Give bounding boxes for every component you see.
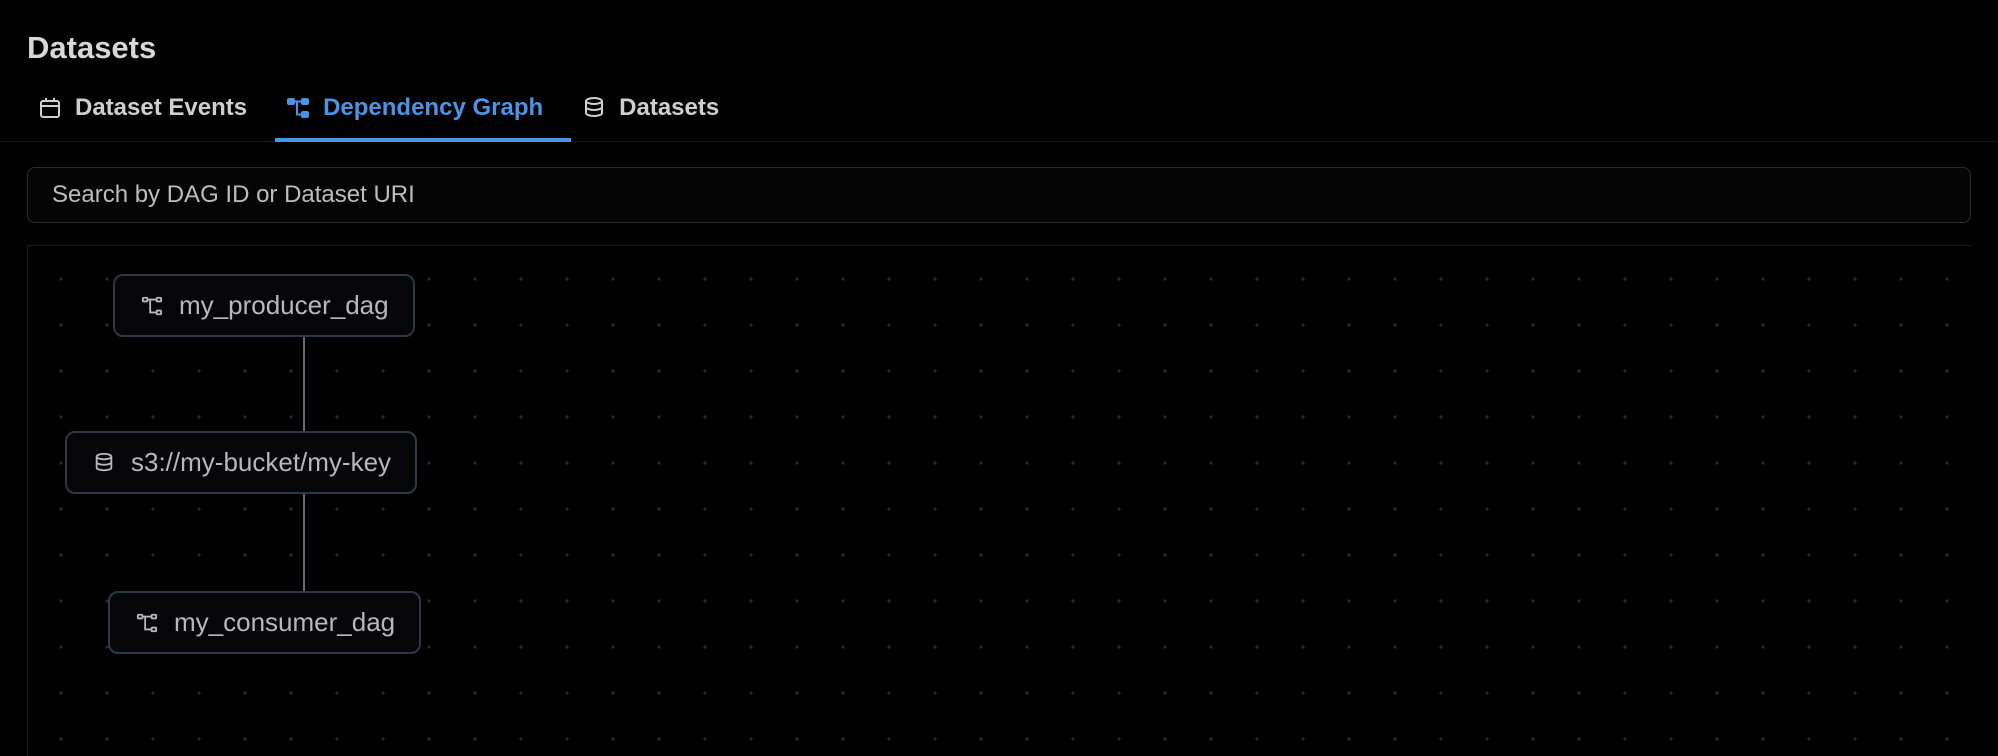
dependency-graph-canvas[interactable]: my_producer_dag s3://my-bucket/my-key xyxy=(27,245,1971,756)
tab-dependency-graph[interactable]: Dependency Graph xyxy=(275,84,571,142)
tab-dataset-events[interactable]: Dataset Events xyxy=(27,84,275,142)
tab-label: Dataset Events xyxy=(75,94,247,122)
graph-edge xyxy=(303,331,305,431)
dag-icon xyxy=(134,610,160,636)
graph-node-dataset[interactable]: s3://my-bucket/my-key xyxy=(65,431,417,494)
graph-icon xyxy=(285,95,311,121)
page-title: Datasets xyxy=(0,30,1998,84)
tab-label: Dependency Graph xyxy=(323,94,543,122)
search-container xyxy=(27,167,1971,223)
database-icon xyxy=(581,95,607,121)
tab-label: Datasets xyxy=(619,94,719,122)
graph-edge xyxy=(303,491,305,591)
tabs: Dataset Events Dependency Graph xyxy=(0,84,1998,142)
calendar-icon xyxy=(37,95,63,121)
graph-node-label: s3://my-bucket/my-key xyxy=(131,447,391,478)
dag-icon xyxy=(139,293,165,319)
tab-datasets[interactable]: Datasets xyxy=(571,84,747,142)
database-icon xyxy=(91,450,117,476)
graph-node-dag[interactable]: my_consumer_dag xyxy=(108,591,421,654)
graph-node-label: my_producer_dag xyxy=(179,290,389,321)
graph-node-label: my_consumer_dag xyxy=(174,607,395,638)
graph-node-dag[interactable]: my_producer_dag xyxy=(113,274,415,337)
search-input[interactable] xyxy=(27,167,1971,223)
